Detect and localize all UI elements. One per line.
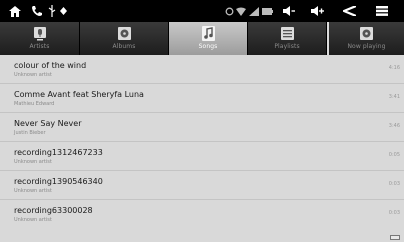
battery-icon: [261, 3, 273, 19]
tab-now-playing[interactable]: Now playing: [327, 22, 404, 55]
song-duration: 4:16: [388, 65, 400, 71]
song-title: recording63300028: [14, 206, 93, 215]
song-list[interactable]: colour of the wind Unknown artist 4:16 C…: [0, 55, 404, 242]
tab-label: Albums: [112, 43, 136, 50]
volume-up-icon[interactable]: [310, 3, 324, 19]
song-artist: Unknown artist: [14, 72, 52, 78]
song-duration: 3:41: [388, 94, 400, 100]
signal-icon: [248, 3, 259, 19]
tab-label: Artists: [29, 43, 50, 50]
song-artist: Unknown artist: [14, 159, 52, 165]
tab-label: Songs: [198, 43, 218, 50]
tab-artists[interactable]: Artists: [0, 22, 80, 55]
phone-icon: [30, 3, 44, 19]
music-app: Artists Albums Songs Playlists Now playi…: [0, 0, 404, 242]
song-duration: 0:05: [388, 152, 400, 158]
microphone-icon: [33, 26, 46, 41]
song-duration: 0:03: [388, 181, 400, 187]
list-item[interactable]: Never Say Never Justin Bieber 3:46: [0, 113, 404, 142]
tab-label: Playlists: [274, 43, 300, 50]
song-title: recording1312467233: [14, 148, 103, 157]
list-item[interactable]: colour of the wind Unknown artist 4:16: [0, 55, 404, 84]
song-title: recording1390546340: [14, 177, 103, 186]
tab-albums[interactable]: Albums: [80, 22, 169, 55]
home-icon[interactable]: [8, 3, 22, 19]
song-artist: Unknown artist: [14, 217, 52, 223]
song-artist: Unknown artist: [14, 188, 52, 194]
tab-songs[interactable]: Songs: [169, 22, 248, 55]
album-icon: [117, 26, 131, 41]
tab-playlists[interactable]: Playlists: [248, 22, 327, 55]
menu-icon[interactable]: [375, 3, 389, 19]
tab-bar: Artists Albums Songs Playlists Now playi…: [0, 22, 404, 55]
playlist-icon: [280, 26, 294, 41]
usb-icon: [47, 3, 57, 19]
list-item[interactable]: Comme Avant feat Sheryfa Luna Mathieu Ed…: [0, 84, 404, 113]
wifi-icon: [236, 3, 246, 19]
song-duration: 3:46: [388, 123, 400, 129]
list-item[interactable]: recording1312467233 Unknown artist 0:05: [0, 142, 404, 171]
song-artist: Mathieu Edward: [14, 101, 55, 107]
status-bar: [0, 0, 404, 22]
list-item[interactable]: recording1390546340 Unknown artist 0:03: [0, 171, 404, 200]
music-note-icon: [201, 26, 215, 41]
scroll-handle[interactable]: [390, 235, 400, 240]
tab-label: Now playing: [347, 43, 386, 50]
song-duration: 0:03: [388, 210, 400, 216]
now-playing-icon: [360, 26, 373, 41]
song-title: Comme Avant feat Sheryfa Luna: [14, 90, 144, 99]
song-artist: Justin Bieber: [14, 130, 46, 136]
song-title: colour of the wind: [14, 61, 87, 70]
list-item[interactable]: recording63300028 Unknown artist 0:03: [0, 200, 404, 229]
notification-icon: [59, 3, 67, 19]
volume-down-icon[interactable]: [282, 3, 296, 19]
sync-icon: [224, 3, 234, 19]
back-icon[interactable]: [342, 3, 356, 19]
song-title: Never Say Never: [14, 119, 82, 128]
